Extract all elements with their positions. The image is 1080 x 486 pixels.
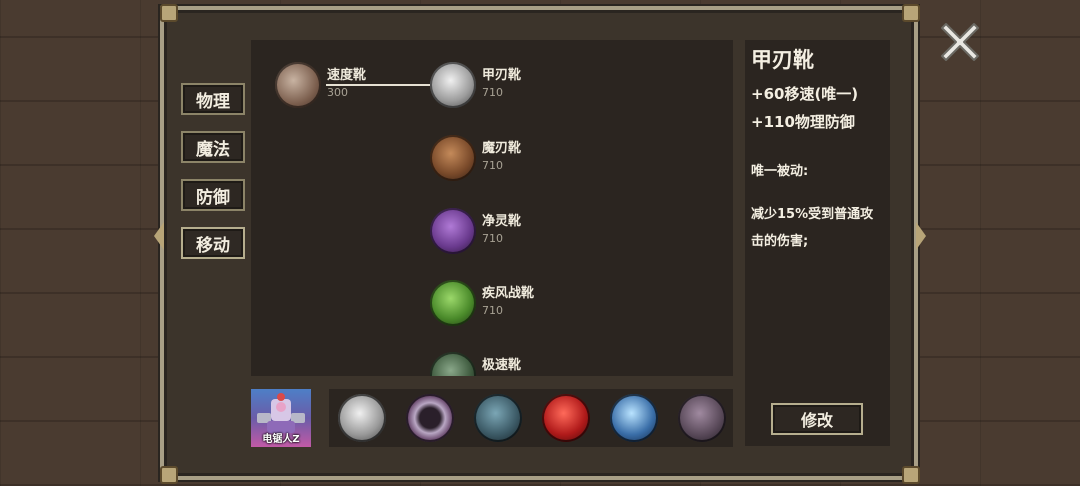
item-price: 710	[482, 159, 503, 172]
blue-orb-staff-icon[interactable]	[610, 394, 658, 442]
frame-corner-ornament	[160, 466, 178, 484]
hero-portrait[interactable]: 电锯人Z	[251, 389, 311, 447]
detail-stat: +110物理防御	[751, 113, 855, 131]
detail-description: 击的伤害;	[751, 234, 809, 249]
green-boots-icon	[430, 280, 476, 326]
detail-title: 甲刃靴	[751, 48, 814, 72]
dark-axe-icon[interactable]	[474, 394, 522, 442]
equipment-bar	[329, 389, 733, 447]
frame-side-ornament	[916, 222, 926, 250]
tab-physical[interactable]: 物理	[181, 83, 245, 115]
tab-movement[interactable]: 移动	[181, 227, 245, 259]
item-upgrade[interactable]: 极速靴	[430, 352, 521, 376]
detail-passive-label: 唯一被动:	[751, 164, 809, 179]
item-name: 速度靴	[327, 68, 367, 83]
item-price: 710	[482, 232, 503, 245]
purple-boots-icon	[430, 208, 476, 254]
swift-boots-icon	[430, 352, 476, 376]
close-button[interactable]	[936, 18, 984, 66]
item-detail-panel: 甲刃靴 +60移速(唯一) +110物理防御 唯一被动: 减少15%受到普通攻 …	[745, 40, 890, 446]
item-price: 710	[482, 86, 503, 99]
frame-corner-ornament	[902, 466, 920, 484]
red-crystal-icon[interactable]	[542, 394, 590, 442]
hero-name: 电锯人Z	[262, 434, 300, 445]
armored-boots-icon	[430, 62, 476, 108]
modify-button[interactable]: 修改	[771, 403, 863, 435]
item-name: 甲刃靴	[482, 68, 522, 83]
speed-boots-icon	[275, 62, 321, 108]
item-name: 疾风战靴	[482, 286, 535, 301]
item-name: 魔刃靴	[482, 141, 522, 156]
item-price: 710	[482, 304, 503, 317]
frame-side-ornament	[154, 222, 164, 250]
item-name: 净灵靴	[482, 214, 522, 229]
item-upgrade[interactable]: 魔刃靴 710	[430, 135, 521, 181]
item-name: 极速靴	[482, 358, 522, 373]
item-upgrade[interactable]: 净灵靴 710	[430, 208, 521, 254]
armored-boots-icon[interactable]	[338, 394, 386, 442]
dark-armor-icon[interactable]	[678, 394, 726, 442]
detail-stat: +60移速(唯一)	[751, 85, 859, 103]
spiked-ring-icon[interactable]	[406, 394, 454, 442]
tab-magic[interactable]: 魔法	[181, 131, 245, 163]
leather-boots-icon	[430, 135, 476, 181]
frame-corner-ornament	[160, 4, 178, 22]
tab-defense[interactable]: 防御	[181, 179, 245, 211]
item-price: 300	[327, 86, 348, 99]
item-root[interactable]: 速度靴 300	[275, 62, 366, 108]
detail-description: 减少15%受到普通攻	[751, 207, 874, 222]
item-upgrade[interactable]: 甲刃靴 710	[430, 62, 521, 108]
frame-corner-ornament	[902, 4, 920, 22]
close-icon	[941, 23, 979, 61]
item-upgrade[interactable]: 疾风战靴 710	[430, 280, 534, 326]
